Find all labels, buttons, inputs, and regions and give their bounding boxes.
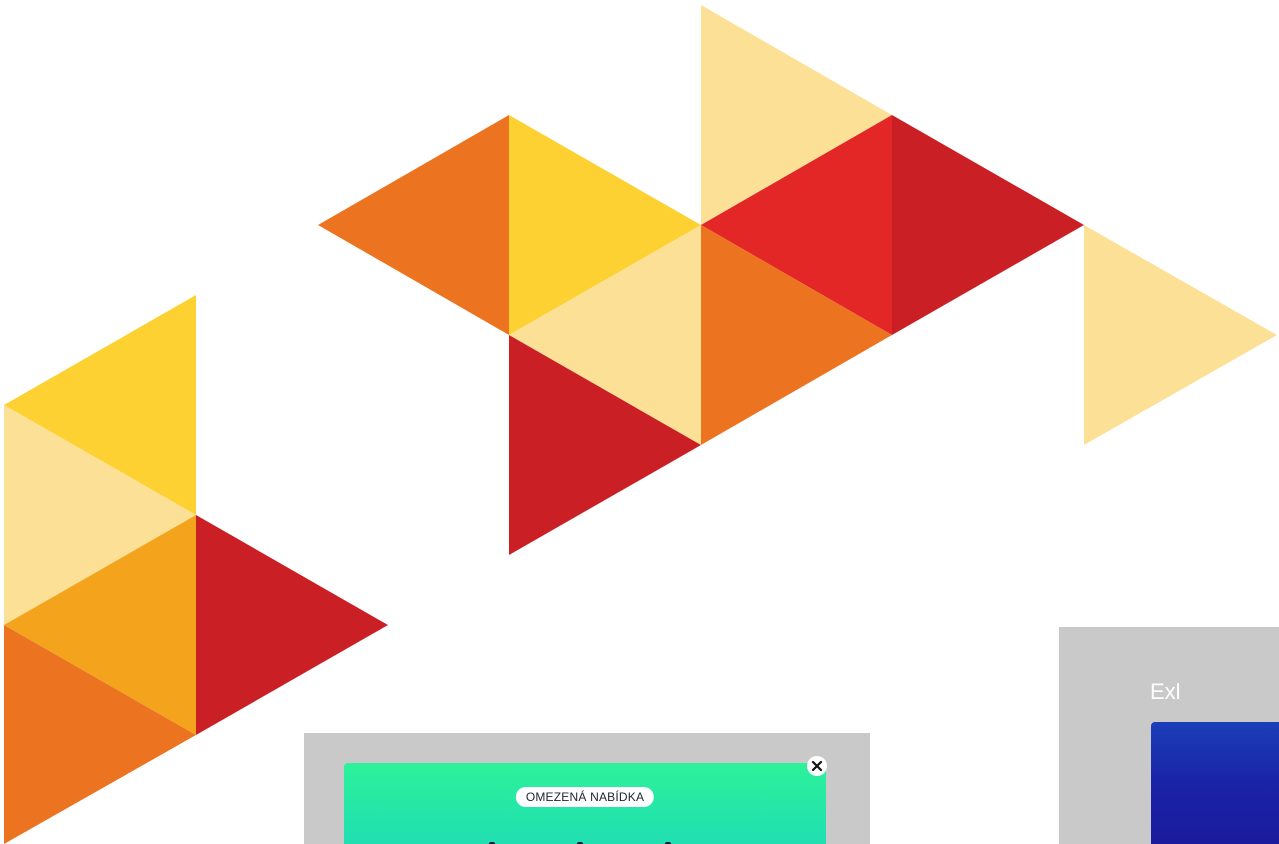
explore-card-title: Exl: [1150, 679, 1181, 704]
promo-ad-frame: OMEZENÁ NABÍDKA: [304, 733, 870, 844]
triangle-pale-right: [1084, 225, 1277, 445]
promo-headline-fragment: [489, 836, 689, 844]
promo-ad-card[interactable]: OMEZENÁ NABÍDKA: [344, 763, 826, 844]
page: OMEZENÁ NABÍDKA Exl: [0, 0, 1279, 844]
triangle-red-dark-right: [892, 115, 1084, 335]
limited-offer-badge: OMEZENÁ NABÍDKA: [515, 787, 655, 807]
explore-ad-card[interactable]: [1151, 722, 1279, 844]
explore-ad-frame: Exl: [1059, 627, 1279, 844]
close-icon: [811, 760, 823, 772]
triangle-orange-left: [318, 115, 509, 335]
close-ad-button[interactable]: [807, 756, 827, 776]
triangle-red-left: [196, 515, 388, 735]
